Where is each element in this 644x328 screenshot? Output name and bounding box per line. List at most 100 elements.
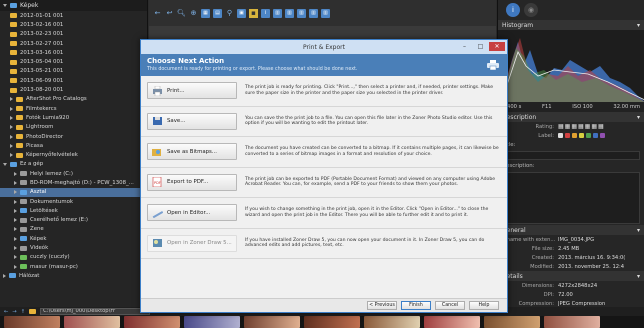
histogram-header[interactable]: Histogram ▾ [498, 20, 644, 30]
forward-icon[interactable]: → [12, 309, 16, 315]
back-icon[interactable]: ← [153, 9, 162, 18]
back-icon[interactable]: ← [4, 309, 8, 315]
tree-folder[interactable]: 2013-02-27 001 [0, 39, 147, 48]
save-as-bitmaps-button[interactable]: Save as Bitmaps... [147, 143, 237, 161]
tree-folder[interactable]: Filmtekercs [0, 104, 147, 113]
thumbnail[interactable] [424, 316, 480, 328]
expand-icon[interactable] [14, 180, 17, 185]
tree-drive[interactable]: Zene [0, 225, 147, 234]
tree-drive[interactable]: masur (masur-pc) [0, 262, 147, 271]
expand-icon[interactable] [14, 246, 17, 251]
expand-icon[interactable] [14, 236, 17, 241]
layout-2-icon[interactable]: ▥ [285, 8, 294, 18]
tree-drive[interactable]: cuczly (cuczly) [0, 253, 147, 262]
tree-drive[interactable]: Asztal [0, 187, 147, 197]
zoom-out-icon[interactable]: 🔍︎ [177, 9, 186, 18]
expand-icon[interactable] [14, 190, 17, 195]
expand-icon[interactable] [3, 4, 7, 7]
tree-drive[interactable]: BD-ROM-meghajtó (D:) - PCW_1308_... [0, 178, 147, 187]
tree-network[interactable]: Hálózat [0, 271, 147, 280]
tree-folder[interactable]: 2013-05-04 001 [0, 57, 147, 66]
tree-folder[interactable]: 2013-06-09 001 [0, 76, 147, 85]
tree-drive[interactable]: Videók [0, 243, 147, 252]
expand-icon[interactable] [3, 162, 7, 166]
print-button[interactable]: Print... [147, 82, 237, 100]
folder-view-icon[interactable]: ▪ [249, 8, 258, 18]
grid-view-icon[interactable]: ▦ [201, 8, 210, 18]
cancel-button[interactable]: Cancel [435, 301, 465, 310]
tree-this-pc[interactable]: Ez a gép [0, 160, 147, 169]
preview-view-icon[interactable]: ▣ [237, 8, 246, 18]
tree-folder[interactable]: Fotók Lumia920 [0, 113, 147, 122]
tree-root-images[interactable]: Képek [0, 0, 147, 11]
tree-folder[interactable]: PhotoDirector [0, 132, 147, 141]
path-field[interactable]: C:\Users\mj_000\Desktop\Fr [40, 308, 151, 315]
expand-icon[interactable] [14, 208, 17, 213]
expand-icon[interactable] [14, 218, 17, 223]
forward-icon[interactable]: ↩ [165, 9, 174, 18]
thumbnail[interactable] [4, 316, 60, 328]
details-header[interactable]: Details ▾ [498, 271, 644, 281]
title-field[interactable] [502, 151, 640, 160]
layout-5-icon[interactable]: ▥ [321, 8, 330, 18]
tree-folder[interactable]: 2013-02-23 001 [0, 30, 147, 39]
thumbnail[interactable] [184, 316, 240, 328]
rating-row[interactable]: Rating: ▦▦▦▦▦▦▦ [498, 122, 644, 131]
collapse-icon[interactable]: ▾ [637, 114, 640, 121]
tree-drive[interactable]: Dokumentumok [0, 197, 147, 206]
thumbnail[interactable] [304, 316, 360, 328]
tree-folder[interactable]: AfterShot Pro Catalogs [0, 95, 147, 104]
expand-icon[interactable] [10, 106, 13, 111]
tree-folder[interactable]: 2013-05-21 001 [0, 67, 147, 76]
expand-icon[interactable] [10, 97, 13, 102]
thumbnail[interactable] [64, 316, 120, 328]
expand-icon[interactable] [14, 255, 17, 260]
thumbnail[interactable] [484, 316, 540, 328]
thumbnail[interactable] [244, 316, 300, 328]
expand-icon[interactable] [10, 143, 13, 148]
layout-1-icon[interactable]: ▥ [273, 8, 282, 18]
expand-icon[interactable] [10, 115, 13, 120]
up-icon[interactable]: ↑ [21, 309, 25, 315]
thumbnail[interactable] [544, 316, 600, 328]
tree-folder[interactable]: 2012-01-01 001 [0, 11, 147, 20]
zoom-in-icon[interactable]: ⊕ [189, 9, 198, 18]
description-field[interactable] [502, 172, 640, 224]
thumbnail[interactable] [364, 316, 420, 328]
previous-button[interactable]: < Previous [367, 301, 397, 310]
expand-icon[interactable] [14, 264, 17, 269]
close-icon[interactable]: ✕ [489, 42, 505, 51]
layout-4-icon[interactable]: ▥ [309, 8, 318, 18]
expand-icon[interactable] [14, 199, 17, 204]
info-tab-icon[interactable]: i [506, 3, 520, 17]
save-button[interactable]: Save... [147, 112, 237, 130]
tree-folder[interactable]: 2013-02-16 001 [0, 20, 147, 29]
tree-folder[interactable]: 2013-08-20 001 [0, 85, 147, 94]
tree-drive[interactable]: Cserélhető lemez (E:) [0, 216, 147, 225]
maximize-icon[interactable]: □ [474, 42, 487, 51]
collapse-icon[interactable]: ▾ [637, 273, 640, 280]
minimize-icon[interactable]: – [458, 42, 471, 51]
label-row[interactable]: Label: [498, 131, 644, 140]
tree-folder[interactable]: Picasa [0, 141, 147, 150]
general-header[interactable]: General ▾ [498, 225, 644, 235]
tree-folder[interactable]: Lightroom [0, 123, 147, 132]
expand-icon[interactable] [10, 153, 13, 158]
thumbnail[interactable] [124, 316, 180, 328]
folder-tree[interactable]: Képek 2012-01-01 001 2013-02-16 001 2013-0… [0, 0, 148, 307]
color-labels[interactable] [558, 133, 644, 138]
tree-drive[interactable]: Helyi lemez (C:) [0, 169, 147, 178]
expand-icon[interactable] [14, 171, 17, 176]
thumbnail-strip[interactable] [0, 316, 644, 328]
expand-icon[interactable] [10, 134, 13, 139]
help-button[interactable]: Help [469, 301, 499, 310]
description-header[interactable]: Description ▾ [498, 112, 644, 122]
rating-stars[interactable]: ▦▦▦▦▦▦▦ [558, 123, 644, 130]
details-view-icon[interactable]: ▤ [213, 8, 222, 18]
eye-tab-icon[interactable]: ◉ [524, 3, 538, 17]
dialog-titlebar[interactable]: Print & Export – □ ✕ [141, 40, 507, 54]
collapse-icon[interactable]: ▾ [637, 227, 640, 234]
expand-icon[interactable] [14, 227, 17, 232]
expand-icon[interactable] [3, 273, 6, 278]
finish-button[interactable]: Finish [401, 301, 431, 310]
